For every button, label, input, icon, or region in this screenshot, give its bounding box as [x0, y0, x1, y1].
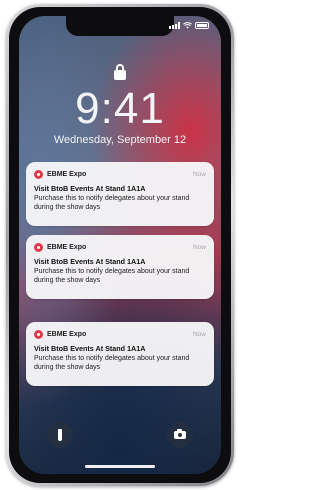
- lock-icon: [114, 64, 126, 80]
- ebme-app-icon: [34, 329, 43, 339]
- home-indicator[interactable]: [85, 465, 155, 468]
- ebme-app-icon: [34, 169, 43, 179]
- battery-icon: [195, 22, 209, 29]
- notification-card[interactable]: EBME Expo Now Visit BtoB Events At Stand…: [26, 322, 214, 386]
- flashlight-icon: [58, 429, 62, 441]
- lockscreen-date: Wednesday, September 12: [53, 134, 187, 146]
- status-bar: [169, 22, 209, 29]
- notification-app-name: EBME Expo: [47, 330, 87, 338]
- notification-header: EBME Expo Now: [34, 242, 206, 252]
- wifi-icon: [183, 22, 192, 29]
- flashlight-button[interactable]: [47, 422, 73, 448]
- notch: [66, 16, 174, 36]
- notification-body: Purchase this to notify delegates about …: [34, 268, 190, 284]
- notification-card[interactable]: EBME Expo Now Visit BtoB Events At Stand…: [26, 235, 214, 299]
- notification-header: EBME Expo Now: [34, 169, 206, 179]
- camera-button[interactable]: [167, 422, 193, 448]
- notification-time: Now: [192, 170, 206, 178]
- notification-body: Purchase this to notify delegates about …: [34, 355, 190, 371]
- phone-bezel: 9:41 Wednesday, September 12 EBME Expo N…: [9, 7, 231, 483]
- notification-time: Now: [192, 243, 206, 251]
- notification-body: Purchase this to notify delegates about …: [34, 195, 190, 211]
- notification-time: Now: [192, 330, 206, 338]
- notification-header: EBME Expo Now: [34, 329, 206, 339]
- notification-card[interactable]: EBME Expo Now Visit BtoB Events At Stand…: [26, 162, 214, 226]
- notification-title: Visit BtoB Events At Stand 1A1A: [34, 257, 146, 266]
- notification-title: Visit BtoB Events At Stand 1A1A: [34, 184, 146, 193]
- signal-icon: [169, 22, 180, 29]
- notification-title: Visit BtoB Events At Stand 1A1A: [34, 344, 146, 353]
- ebme-app-icon: [34, 242, 43, 252]
- notification-app-name: EBME Expo: [47, 170, 87, 178]
- notification-app-name: EBME Expo: [47, 243, 87, 251]
- lock-screen: 9:41 Wednesday, September 12 EBME Expo N…: [19, 16, 221, 474]
- lockscreen-time: 9:41: [75, 84, 165, 133]
- phone-frame: 9:41 Wednesday, September 12 EBME Expo N…: [6, 4, 234, 486]
